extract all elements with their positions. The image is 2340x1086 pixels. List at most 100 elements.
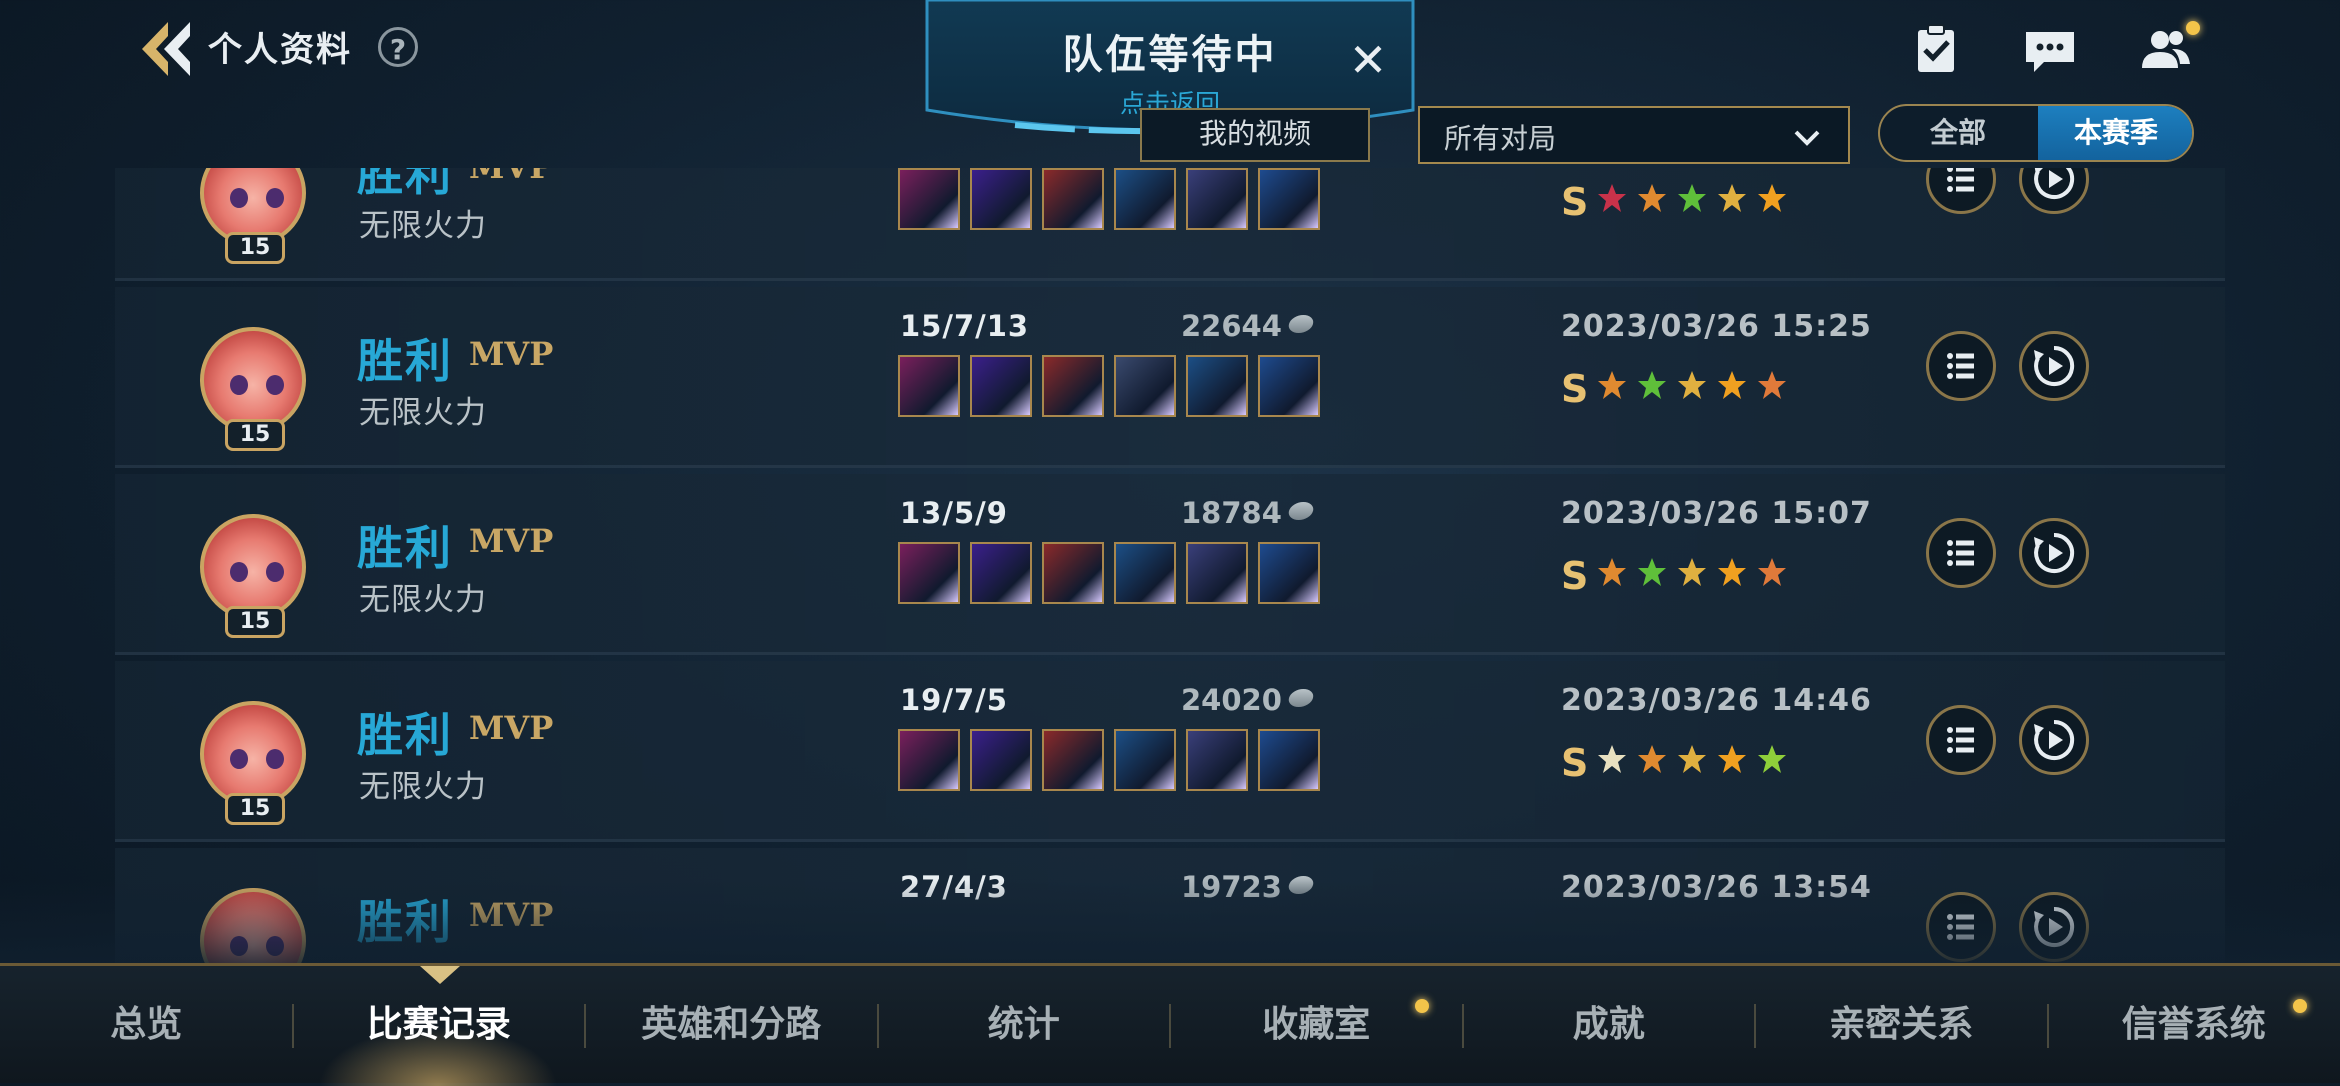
team-waiting-title: 队伍等待中 bbox=[925, 22, 1415, 80]
nav-separator bbox=[292, 1004, 294, 1048]
match-result: 胜利 bbox=[357, 699, 453, 765]
season-toggle[interactable]: 全部 本赛季 bbox=[1878, 104, 2194, 162]
nav-separator bbox=[1462, 1004, 1464, 1048]
match-replay-button[interactable] bbox=[2019, 168, 2089, 214]
game-mode: 无限火力 bbox=[359, 574, 487, 619]
tab-all[interactable]: 全部 bbox=[1880, 106, 2036, 160]
bottom-nav: 总览比赛记录英雄和分路统计收藏室成就亲密关系信誉系统 bbox=[0, 963, 2340, 1083]
item-icon[interactable] bbox=[1114, 542, 1176, 604]
item-icon[interactable] bbox=[898, 355, 960, 417]
my-videos-button[interactable]: 我的视频 bbox=[1140, 108, 1370, 162]
nav-separator bbox=[2047, 1004, 2049, 1048]
tab-5[interactable]: 成就 bbox=[1463, 966, 1756, 1083]
achievement-icon bbox=[1676, 743, 1708, 775]
nav-separator bbox=[1169, 1004, 1171, 1048]
match-date: 2023/03/26 14:46 bbox=[1561, 683, 1872, 718]
item-icon[interactable] bbox=[1186, 168, 1248, 230]
item-icon[interactable] bbox=[1042, 168, 1104, 230]
list-icon bbox=[1929, 708, 1993, 772]
match-type-select[interactable]: 所有对局 bbox=[1418, 106, 1850, 164]
achievement-icon bbox=[1596, 182, 1628, 214]
item-icon[interactable] bbox=[970, 168, 1032, 230]
match-replay-button[interactable] bbox=[2019, 705, 2089, 775]
tab-4[interactable]: 收藏室 bbox=[1170, 966, 1463, 1083]
clipboard-check-icon bbox=[1908, 22, 1964, 78]
item-icon[interactable] bbox=[1114, 729, 1176, 791]
achievement-icon bbox=[1636, 182, 1668, 214]
achievement-icon bbox=[1716, 556, 1748, 588]
nav-notification-dot bbox=[1415, 999, 1429, 1013]
help-button[interactable]: ? bbox=[378, 27, 418, 67]
hero-avatar bbox=[200, 327, 306, 433]
item-icon[interactable] bbox=[1042, 729, 1104, 791]
item-icon[interactable] bbox=[898, 542, 960, 604]
rank-grade: S bbox=[1561, 367, 1588, 411]
close-icon[interactable]: ✕ bbox=[1346, 38, 1390, 82]
match-type-value: 所有对局 bbox=[1444, 117, 1556, 157]
item-icon[interactable] bbox=[1042, 542, 1104, 604]
tasks-button[interactable] bbox=[1908, 22, 1964, 78]
mvp-badge: MVP bbox=[469, 522, 553, 560]
hero-level: 15 bbox=[225, 419, 285, 451]
item-icon[interactable] bbox=[1258, 168, 1320, 230]
achievement-icon bbox=[1636, 369, 1668, 401]
item-icon[interactable] bbox=[1258, 355, 1320, 417]
achievement-icon bbox=[1676, 182, 1708, 214]
match-result: 胜利 bbox=[357, 512, 453, 578]
match-list[interactable]: 15胜利MVP无限火力20/3/418086S15胜利MVP无限火力15/7/1… bbox=[0, 168, 2340, 963]
item-icon[interactable] bbox=[898, 729, 960, 791]
kda: 19/7/5 bbox=[900, 683, 1008, 717]
item-icon[interactable] bbox=[970, 355, 1032, 417]
tab-7[interactable]: 信誉系统 bbox=[2048, 966, 2340, 1083]
achievement-icon bbox=[1756, 182, 1788, 214]
item-icon[interactable] bbox=[1258, 729, 1320, 791]
nav-notification-dot bbox=[2293, 999, 2307, 1013]
match-details-button[interactable] bbox=[1926, 518, 1996, 588]
item-icon[interactable] bbox=[1186, 542, 1248, 604]
play-replay-icon bbox=[2022, 334, 2086, 398]
item-icon[interactable] bbox=[970, 542, 1032, 604]
tab-6[interactable]: 亲密关系 bbox=[1755, 966, 2048, 1083]
item-icon[interactable] bbox=[1258, 542, 1320, 604]
match-row[interactable]: 15胜利MVP无限火力19/7/5240202023/03/26 14:46S bbox=[115, 661, 2225, 842]
match-replay-button[interactable] bbox=[2019, 331, 2089, 401]
match-row[interactable]: 15胜利MVP无限火力15/7/13226442023/03/26 15:25S bbox=[115, 287, 2225, 468]
match-row[interactable]: 15胜利MVP无限火力20/3/418086S bbox=[115, 168, 2225, 281]
list-icon bbox=[1929, 334, 1993, 398]
gold-coin-icon bbox=[1287, 315, 1316, 333]
hero-avatar bbox=[200, 701, 306, 807]
achievement-icon bbox=[1676, 556, 1708, 588]
match-row[interactable]: 15胜利MVP无限火力13/5/9187842023/03/26 15:07S bbox=[115, 474, 2225, 655]
match-details-button[interactable] bbox=[1926, 705, 1996, 775]
item-icon[interactable] bbox=[1186, 355, 1248, 417]
item-icon[interactable] bbox=[1114, 168, 1176, 230]
mvp-badge: MVP bbox=[469, 335, 553, 373]
item-icon[interactable] bbox=[898, 168, 960, 230]
tab-this-season[interactable]: 本赛季 bbox=[2038, 106, 2194, 160]
tab-2[interactable]: 英雄和分路 bbox=[585, 966, 878, 1083]
item-icon[interactable] bbox=[1114, 355, 1176, 417]
achievement-icon bbox=[1596, 556, 1628, 588]
match-replay-button[interactable] bbox=[2019, 518, 2089, 588]
list-icon bbox=[1929, 168, 1993, 211]
achievement-icon bbox=[1596, 743, 1628, 775]
rank-grade: S bbox=[1561, 554, 1588, 598]
game-mode: 无限火力 bbox=[359, 200, 487, 245]
item-icon[interactable] bbox=[1042, 355, 1104, 417]
tab-1[interactable]: 比赛记录 bbox=[293, 966, 586, 1083]
hero-avatar bbox=[200, 514, 306, 620]
game-mode: 无限火力 bbox=[359, 761, 487, 806]
tab-0[interactable]: 总览 bbox=[0, 966, 293, 1083]
back-button[interactable] bbox=[138, 18, 198, 80]
list-icon bbox=[1929, 521, 1993, 585]
item-icon[interactable] bbox=[1186, 729, 1248, 791]
mvp-badge: MVP bbox=[469, 168, 553, 186]
achievement-icon bbox=[1756, 743, 1788, 775]
match-details-button[interactable] bbox=[1926, 168, 1996, 214]
item-icon[interactable] bbox=[970, 729, 1032, 791]
match-details-button[interactable] bbox=[1926, 331, 1996, 401]
tab-3[interactable]: 统计 bbox=[878, 966, 1171, 1083]
achievement-icon bbox=[1756, 556, 1788, 588]
chat-button[interactable] bbox=[2022, 22, 2078, 78]
match-date: 2023/03/26 15:07 bbox=[1561, 496, 1872, 531]
